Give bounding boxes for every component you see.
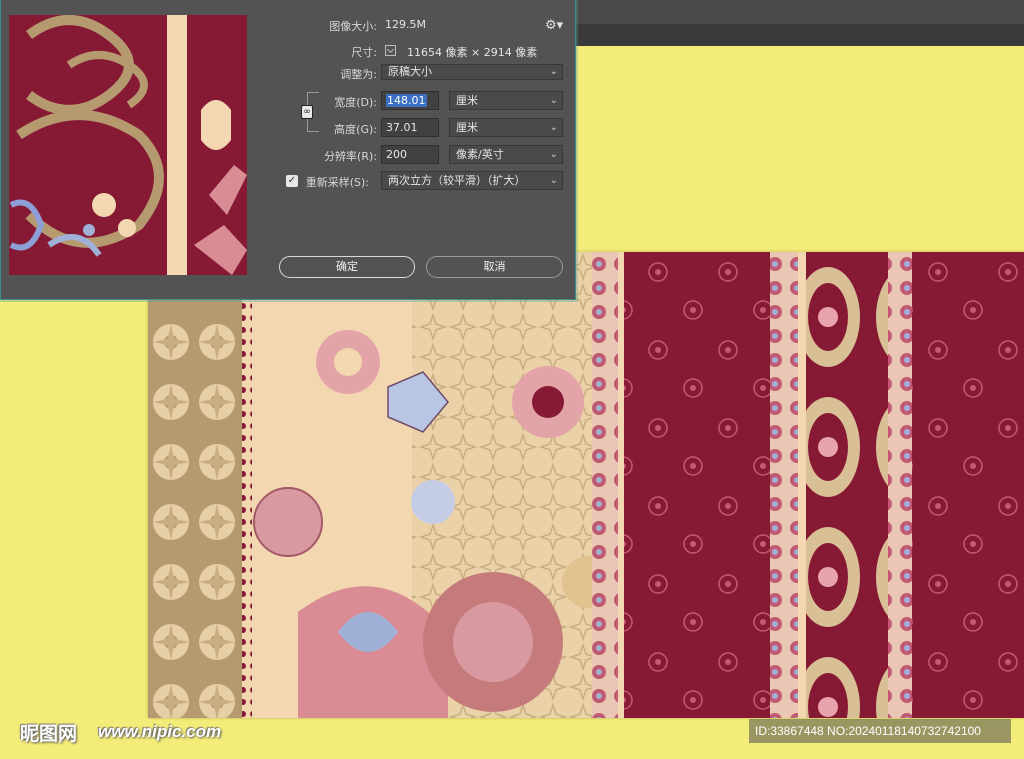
dimensions-toggle-icon[interactable]: [385, 45, 396, 56]
resolution-label: 分辨率(R):: [324, 150, 377, 163]
image-size-label: 图像大小:: [329, 20, 377, 33]
height-field[interactable]: 37.01: [381, 118, 439, 137]
image-size-value: 129.5M: [385, 18, 426, 31]
resample-method-select[interactable]: 两次立方（较平滑）（扩大） ⌄: [381, 171, 563, 190]
resample-label: 重新采样(S):: [305, 176, 369, 189]
cancel-button[interactable]: 取消: [426, 256, 563, 278]
gear-icon[interactable]: ⚙▾: [545, 18, 563, 33]
chevron-down-icon: ⌄: [549, 175, 558, 186]
width-field[interactable]: 148.01: [381, 91, 439, 110]
height-label: 高度(G):: [334, 123, 377, 136]
fit-to-label: 调整为:: [340, 68, 377, 81]
resolution-value: 200: [386, 148, 407, 161]
height-unit: 厘米: [456, 121, 478, 134]
width-value: 148.01: [386, 94, 427, 107]
image-size-dialog: 图像大小: 129.5M ⚙▾ 尺寸: 11654 像素 × 2914 像素 调…: [0, 0, 576, 300]
height-unit-select[interactable]: 厘米 ⌄: [449, 118, 563, 137]
chevron-down-icon: ⌄: [549, 149, 558, 160]
width-unit: 厘米: [456, 94, 478, 107]
resolution-unit: 像素/英寸: [456, 148, 504, 161]
dimensions-value: 11654 像素 × 2914 像素: [407, 46, 538, 59]
watermark-url: www.nipic.com: [98, 722, 222, 741]
watermark-id-badge: ID:33867448 NO:20240118140732742100: [749, 719, 1011, 743]
width-label: 宽度(D):: [334, 96, 377, 109]
chevron-down-icon: ⌄: [549, 122, 558, 133]
pattern-artwork: [148, 252, 1024, 718]
resolution-unit-select[interactable]: 像素/英寸 ⌄: [449, 145, 563, 164]
height-value: 37.01: [386, 121, 418, 134]
resolution-field[interactable]: 200: [381, 145, 439, 164]
width-unit-select[interactable]: 厘米 ⌄: [449, 91, 563, 110]
dimensions-label: 尺寸:: [351, 46, 377, 59]
fit-to-select[interactable]: 原稿大小 ⌄: [381, 64, 563, 80]
fit-to-value: 原稿大小: [388, 65, 432, 78]
chevron-down-icon: ⌄: [549, 66, 558, 77]
image-preview[interactable]: [9, 15, 247, 275]
chevron-down-icon: ⌄: [549, 95, 558, 106]
watermark-logo: 昵图网: [20, 723, 78, 745]
resample-method-value: 两次立方（较平滑）（扩大）: [388, 174, 526, 187]
ok-button[interactable]: 确定: [279, 256, 415, 278]
